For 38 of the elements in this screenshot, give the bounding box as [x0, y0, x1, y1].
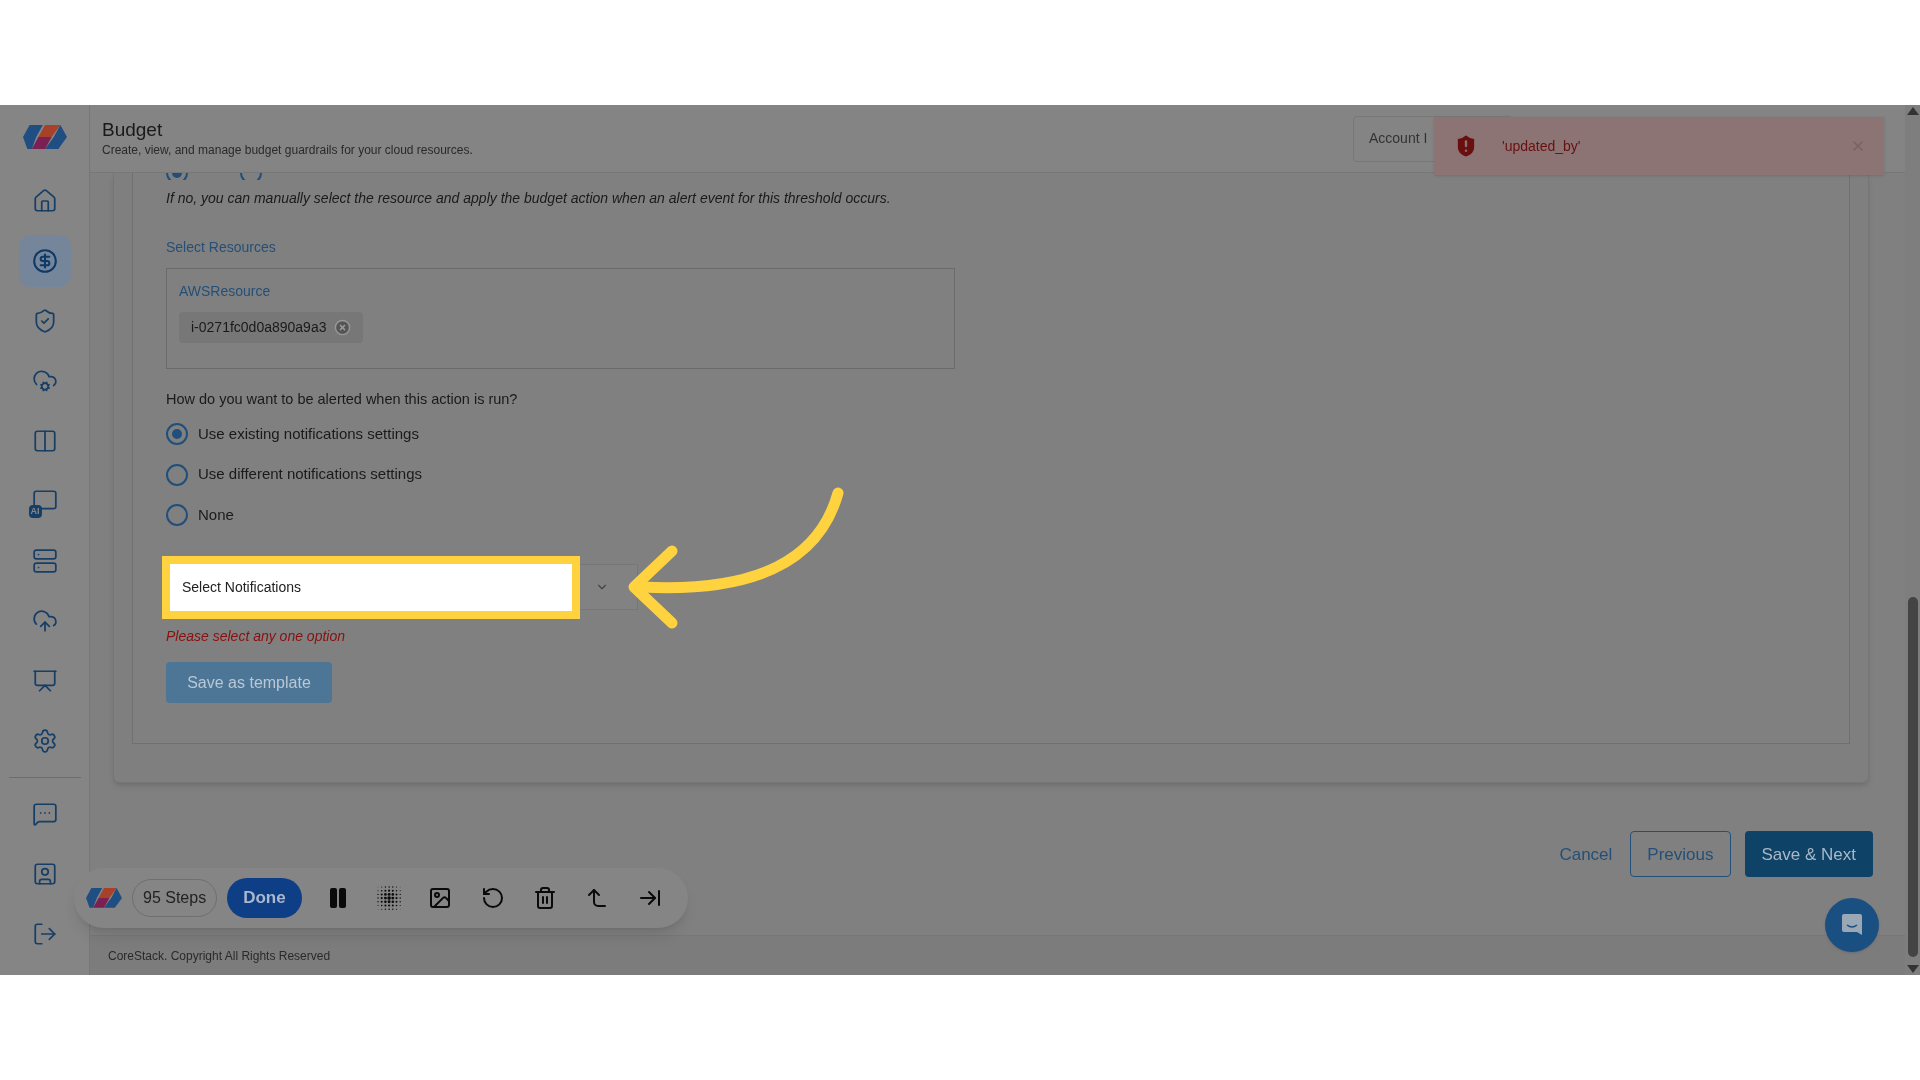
- chat-icon: [31, 801, 58, 828]
- radio-label: None: [198, 504, 234, 525]
- footer-text: CoreStack. Copyright All Rights Reserved: [108, 947, 331, 965]
- previous-button[interactable]: Previous: [1630, 831, 1731, 878]
- user-icon: [31, 861, 58, 888]
- done-button[interactable]: Done: [227, 878, 302, 918]
- logo-icon: [86, 888, 122, 908]
- error-message: Please select any one option: [166, 627, 346, 647]
- cancel-button[interactable]: Cancel: [1555, 841, 1617, 867]
- select-field[interactable]: Select Notifications: [162, 556, 580, 620]
- save-template-button[interactable]: Save as template: [166, 662, 332, 704]
- radio-button[interactable]: [166, 463, 188, 486]
- ai-badge: AI: [28, 505, 42, 519]
- page-subtitle: Create, view, and manage budget guardrails for your cloud resources.: [102, 142, 473, 160]
- page-title: Budget: [102, 117, 164, 142]
- sidebar-item[interactable]: [18, 235, 71, 288]
- radio-label: Use existing notifications settings: [198, 423, 419, 444]
- remove-icon[interactable]: [334, 319, 352, 336]
- radio-button[interactable]: [166, 504, 188, 526]
- columns-icon: [31, 428, 58, 455]
- help-text: If no, you can manually select the resource and apply the budget action when an alert event for this threshold occurs.: [166, 189, 892, 208]
- dollar-icon: [31, 248, 58, 275]
- halftone-icon[interactable]: [376, 885, 403, 911]
- chip-text: i-0271fc0d0a890a9a3: [191, 318, 327, 337]
- chat-button[interactable]: [1825, 898, 1879, 952]
- logout-icon: [31, 921, 58, 948]
- question-text: How do you want to be alerted when this action is run?: [166, 390, 519, 409]
- server-icon: [31, 548, 58, 575]
- save-next-button[interactable]: Save & Next: [1744, 831, 1873, 878]
- settings-icon: [31, 728, 58, 755]
- home-icon: [31, 188, 58, 215]
- radio-button[interactable]: [166, 423, 188, 445]
- logo-icon: [22, 125, 67, 150]
- chat-icon: [1841, 913, 1863, 937]
- group-label: AWSResource: [179, 282, 272, 301]
- section-label: Select Resources: [166, 238, 277, 257]
- presentation-icon: [31, 668, 58, 695]
- radio-label: Use different notifications settings: [198, 464, 422, 485]
